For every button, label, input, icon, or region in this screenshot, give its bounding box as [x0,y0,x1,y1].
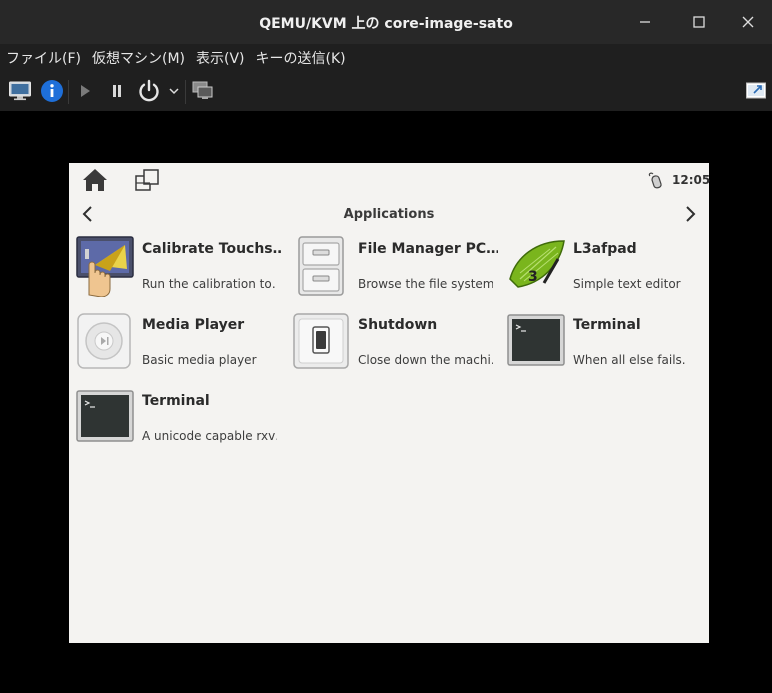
app-name: Media Player [142,317,245,333]
close-icon [742,16,754,28]
app-description: Close down the machi… [358,353,493,367]
maximize-button[interactable] [684,8,714,36]
section-title: Applications [343,207,435,222]
menu-virtual-machine[interactable]: 仮想マシン(M) [92,48,185,68]
app-description: Basic media player [142,353,257,367]
window-switcher-button[interactable] [133,167,161,195]
calibrate-icon [75,235,139,299]
terminal-icon [75,387,139,451]
close-button[interactable] [733,8,763,36]
app-shutdown[interactable]: Shutdown Close down the machi… [291,311,501,379]
app-name: Shutdown [358,317,438,333]
app-name: Terminal [142,393,210,409]
menu-send-key[interactable]: キーの送信(K) [256,48,346,68]
menu-view[interactable]: 表示(V) [196,48,245,68]
app-leafpad[interactable]: 3 L3afpad Simple text editor [506,235,716,303]
app-name: File Manager PC… [358,241,498,257]
svg-text:3: 3 [528,269,538,285]
fullscreen-button[interactable] [744,78,768,104]
window-titlebar: QEMU/KVM 上の core-image-sato [0,0,772,44]
app-name: L3afpad [573,241,637,257]
mouse-indicator[interactable] [647,171,665,191]
app-media-player[interactable]: Media Player Basic media player [75,311,285,379]
app-calibrate-touchscreen[interactable]: Calibrate Touchs… Run the calibration to… [75,235,285,303]
clock: 12:05 [672,173,711,187]
snapshots-icon [192,81,213,99]
file-cabinet-icon [291,235,355,299]
toolbar [0,72,772,111]
shutdown-icon [291,311,355,375]
run-button[interactable] [74,78,96,104]
minimize-button[interactable] [630,8,660,36]
app-description: Simple text editor [573,277,681,291]
app-description: Browse the file system… [358,277,493,291]
menubar: ファイル(F) 仮想マシン(M) 表示(V) キーの送信(K) [0,44,772,72]
play-icon [81,85,90,97]
shutdown-button[interactable] [136,78,162,104]
app-name: Calibrate Touchs… [142,241,282,257]
window-switcher-icon [135,169,159,191]
power-icon [139,79,159,102]
app-terminal-rxvt[interactable]: Terminal A unicode capable rxv… [75,387,285,455]
app-name: Terminal [573,317,641,333]
monitor-icon [9,81,31,101]
pause-icon [113,85,121,97]
toolbar-separator [185,80,186,104]
chevron-down-icon [169,88,179,95]
snapshots-button[interactable] [190,78,216,104]
guest-screen[interactable]: 12:05 Applications Calibrate Touchs… Run… [69,163,711,643]
toolbar-separator [68,80,69,104]
leafpad-icon: 3 [506,235,570,299]
home-button[interactable] [81,167,109,193]
mouse-icon [648,172,662,189]
menu-file[interactable]: ファイル(F) [6,48,81,68]
shutdown-menu-button[interactable] [166,78,182,104]
app-terminal[interactable]: Terminal When all else fails. [506,311,716,379]
home-icon [83,169,107,191]
app-description: A unicode capable rxv… [142,429,277,443]
vm-display[interactable]: 12:05 Applications Calibrate Touchs… Run… [0,111,772,693]
media-player-icon [75,311,139,375]
app-description: Run the calibration to… [142,277,277,291]
terminal-icon [506,311,570,375]
info-icon [41,80,63,102]
app-description: When all else fails. [573,353,686,367]
app-file-manager[interactable]: File Manager PC… Browse the file system… [291,235,501,303]
pause-button[interactable] [106,78,128,104]
console-button[interactable] [6,78,34,104]
fullscreen-icon [746,82,766,99]
minimize-icon [640,21,650,23]
maximize-icon [693,16,705,28]
details-button[interactable] [38,78,66,104]
